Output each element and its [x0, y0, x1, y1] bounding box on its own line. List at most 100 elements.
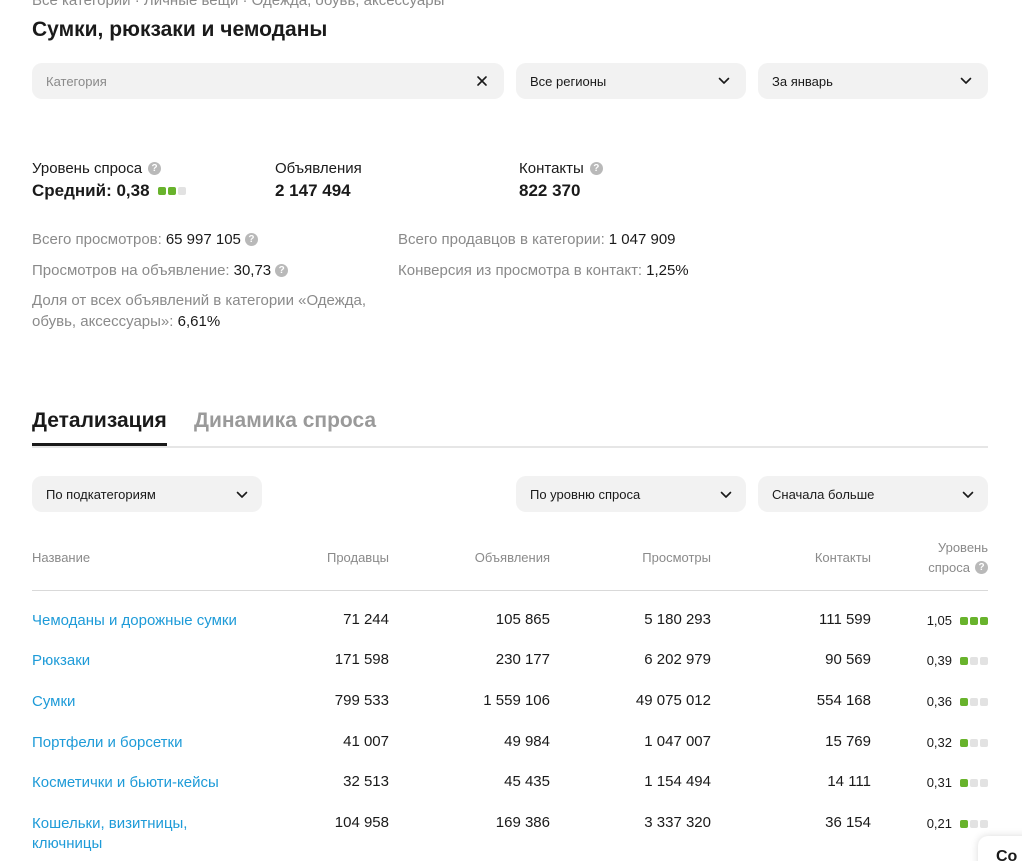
header-sellers[interactable]: Продавцы — [327, 550, 389, 565]
header-views[interactable]: Просмотры — [642, 550, 711, 565]
views-cell: 6 202 979 — [644, 651, 711, 668]
level-dot — [980, 656, 988, 665]
sellers-cell: 32 513 — [343, 773, 389, 790]
demand-level-indicator — [960, 697, 988, 706]
ads-metric-value: 2 147 494 — [275, 181, 351, 200]
level-dot — [960, 738, 968, 747]
share-value: 6,61% — [177, 313, 221, 330]
sellers-cell: 171 598 — [334, 651, 389, 668]
demand-cell: 1,05 — [927, 613, 988, 628]
help-icon[interactable]: ? — [244, 233, 258, 246]
demand-value: 0,32 — [926, 735, 952, 750]
conversion-label: Конверсия из просмотра в контакт: — [398, 262, 643, 279]
contacts-cell: 554 168 — [816, 692, 871, 709]
table-row: Чемоданы и дорожные сумки 71 244 105 865… — [0, 611, 1022, 651]
chevron-down-icon — [716, 73, 732, 89]
header-demand-text: спроса — [928, 560, 970, 575]
demand-metric-label: Уровень спроса ? — [32, 160, 162, 177]
group-by-value: По подкатегориям — [46, 486, 156, 502]
floating-action-button[interactable]: Со — [978, 836, 1022, 861]
subcategory-link[interactable]: Сумки — [32, 692, 75, 712]
sort-by-select[interactable]: По уровню спроса — [516, 476, 746, 512]
level-dot — [980, 778, 988, 787]
demand-level-indicator — [960, 778, 988, 787]
contacts-cell: 111 599 — [819, 611, 871, 628]
views-cell: 3 337 320 — [644, 814, 711, 831]
help-icon[interactable]: ? — [275, 264, 289, 277]
level-dot — [960, 616, 968, 625]
ads-cell: 105 865 — [495, 611, 550, 628]
help-icon[interactable]: ? — [148, 162, 162, 175]
page-title: Сумки, рюкзаки и чемоданы — [32, 18, 328, 41]
level-dot — [960, 656, 968, 665]
help-icon[interactable]: ? — [975, 561, 988, 574]
level-dot — [960, 819, 968, 828]
contacts-label-text: Контакты — [519, 160, 584, 177]
clear-icon[interactable] — [474, 73, 490, 89]
table-row: Сумки 799 533 1 559 106 49 075 012 554 1… — [0, 692, 1022, 732]
ads-cell: 230 177 — [495, 651, 550, 668]
category-field[interactable]: Категория — [32, 63, 504, 99]
header-contacts[interactable]: Контакты — [815, 550, 871, 565]
tab-details[interactable]: Детализация — [32, 409, 167, 446]
breadcrumb[interactable]: Все категории · Личные вещи · Одежда, об… — [32, 0, 444, 9]
sort-order-value: Сначала больше — [772, 486, 875, 502]
views-per-ad-stat: Просмотров на объявление: 30,73 ? — [32, 260, 289, 281]
category-placeholder: Категория — [46, 73, 107, 89]
tab-demand-dynamics[interactable]: Динамика спроса — [194, 409, 376, 443]
subcategory-link[interactable]: Косметички и бьюти-кейсы — [32, 773, 219, 793]
sellers-cell: 41 007 — [343, 733, 389, 750]
chevron-down-icon — [236, 487, 248, 502]
table-divider — [32, 590, 988, 591]
ads-cell: 49 984 — [504, 733, 550, 750]
level-dot — [980, 738, 988, 747]
ads-metric-label: Объявления — [275, 160, 362, 177]
header-ads[interactable]: Объявления — [475, 550, 550, 565]
contacts-metric-value: 822 370 — [519, 181, 581, 200]
views-cell: 1 047 007 — [644, 733, 711, 750]
contacts-cell: 36 154 — [825, 814, 871, 831]
sellers-cell: 104 958 — [334, 814, 389, 831]
ads-cell: 45 435 — [504, 773, 550, 790]
group-by-select[interactable]: По подкатегориям — [32, 476, 262, 512]
level-dot — [970, 819, 978, 828]
demand-label-text: Уровень спроса — [32, 160, 143, 177]
sort-order-select[interactable]: Сначала больше — [758, 476, 988, 512]
sellers-cell: 799 533 — [334, 692, 389, 709]
demand-value: 0,39 — [926, 653, 952, 668]
table-row: Портфели и борсетки 41 007 49 984 1 047 … — [0, 733, 1022, 773]
conversion-stat: Конверсия из просмотра в контакт: 1,25% — [398, 260, 689, 281]
demand-level-indicator — [960, 819, 988, 828]
level-dot — [970, 656, 978, 665]
header-demand-line2[interactable]: спроса ? — [928, 560, 988, 575]
demand-level-indicator — [960, 616, 988, 625]
help-icon[interactable]: ? — [589, 162, 603, 175]
table-row: Косметички и бьюти-кейсы 32 513 45 435 1… — [0, 773, 1022, 813]
subcategory-link[interactable]: Портфели и борсетки — [32, 733, 182, 753]
total-views-value: 65 997 105 — [165, 231, 241, 248]
level-dot — [970, 778, 978, 787]
subcategory-link[interactable]: Кошельки, визитницы, ключницы — [32, 814, 232, 854]
demand-cell: 0,21 — [927, 816, 988, 831]
level-dot — [960, 697, 968, 706]
region-value: Все регионы — [530, 73, 607, 89]
level-dot — [960, 778, 968, 787]
header-name[interactable]: Название — [32, 550, 90, 565]
level-dot — [970, 616, 978, 625]
subcategory-link[interactable]: Чемоданы и дорожные сумки — [32, 611, 237, 631]
views-per-ad-label: Просмотров на объявление: — [32, 262, 230, 279]
level-dot — [157, 187, 166, 195]
demand-value: 0,21 — [926, 816, 952, 831]
level-dot — [970, 738, 978, 747]
subcategory-link[interactable]: Рюкзаки — [32, 651, 90, 671]
demand-value-text: Средний: 0,38 — [32, 181, 150, 200]
chevron-down-icon — [962, 487, 974, 502]
demand-cell: 0,36 — [927, 694, 988, 709]
level-dot — [980, 697, 988, 706]
region-select[interactable]: Все регионы — [516, 63, 746, 99]
conversion-value: 1,25% — [646, 262, 689, 279]
header-demand-line1[interactable]: Уровень — [938, 540, 988, 555]
contacts-metric-label: Контакты ? — [519, 160, 603, 177]
ads-cell: 169 386 — [495, 814, 550, 831]
period-select[interactable]: За январь — [758, 63, 988, 99]
